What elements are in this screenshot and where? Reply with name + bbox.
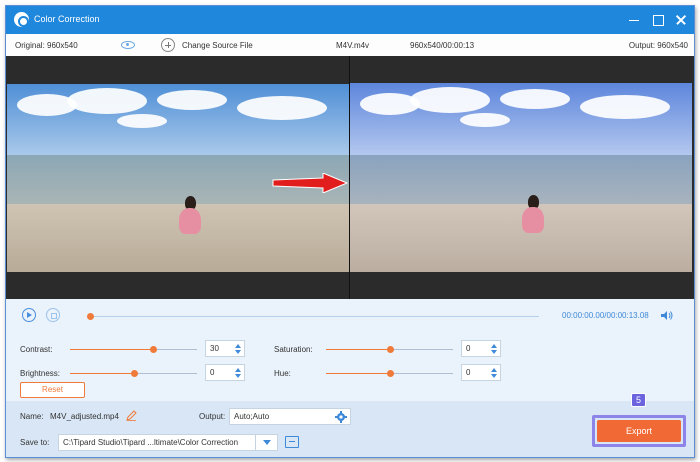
name-label: Name:	[20, 412, 44, 421]
brightness-label: Brightness:	[20, 369, 61, 378]
play-button[interactable]	[22, 308, 36, 322]
hue-up-icon[interactable]	[491, 368, 497, 372]
stop-button[interactable]	[46, 308, 60, 322]
adjustment-panel: Contrast: 30 Saturation: 0 Brightness: 0	[6, 333, 694, 401]
contrast-value: 30	[210, 344, 219, 353]
saturation-stepper[interactable]: 0	[461, 340, 501, 357]
saturation-value: 0	[466, 344, 471, 353]
timeline-slider[interactable]	[87, 313, 539, 320]
hue-slider[interactable]	[326, 370, 453, 377]
saturation-down-icon[interactable]	[491, 350, 497, 354]
saturation-up-icon[interactable]	[491, 344, 497, 348]
contrast-label: Contrast:	[20, 345, 53, 354]
source-filename: M4V.m4v	[336, 41, 370, 50]
preview-area	[6, 56, 694, 299]
reset-button[interactable]: Reset	[20, 382, 85, 398]
hue-down-icon[interactable]	[491, 374, 497, 378]
edit-icon[interactable]	[126, 410, 137, 421]
color-correction-window: Color Correction Original: 960x540 Chang…	[5, 5, 695, 458]
maximize-icon[interactable]	[650, 12, 666, 28]
save-to-label: Save to:	[20, 438, 50, 447]
gear-icon[interactable]	[335, 411, 347, 423]
export-button[interactable]: Export	[597, 420, 681, 442]
contrast-slider-thumb[interactable]	[149, 346, 157, 353]
contrast-down-icon[interactable]	[235, 350, 241, 354]
info-bar: Original: 960x540 Change Source File M4V…	[6, 34, 694, 56]
export-highlight: Export	[592, 415, 686, 447]
saturation-slider[interactable]	[326, 346, 453, 353]
hue-slider-thumb[interactable]	[386, 370, 394, 377]
comparison-arrow-icon	[272, 173, 349, 193]
output-resolution: Output: 960x540	[628, 41, 688, 50]
output-filename: M4V_adjusted.mp4	[50, 412, 119, 421]
brightness-slider-thumb[interactable]	[130, 370, 138, 377]
current-time: 00:00:00.00	[562, 311, 605, 320]
minimize-icon[interactable]	[626, 12, 642, 28]
contrast-up-icon[interactable]	[235, 344, 241, 348]
timeline-handle[interactable]	[87, 313, 94, 320]
hue-value: 0	[466, 368, 471, 377]
playback-controls: 00:00:00.00/00:00:13.08	[6, 299, 694, 333]
title-bar: Color Correction	[6, 6, 694, 34]
total-time: /00:00:13.08	[604, 311, 649, 320]
output-settings-field[interactable]: Auto;Auto	[229, 408, 351, 425]
source-resolution-duration: 960x540/00:00:13	[410, 41, 475, 50]
eye-icon[interactable]	[121, 41, 135, 49]
step-badge: 5	[631, 393, 646, 407]
brightness-slider[interactable]	[70, 370, 197, 377]
save-to-path-field[interactable]: C:\Tipard Studio\Tipard ...ltimate\Color…	[58, 434, 278, 451]
brightness-down-icon[interactable]	[235, 374, 241, 378]
change-source-button[interactable]: Change Source File	[161, 37, 253, 53]
output-settings-label: Output:	[199, 412, 226, 421]
volume-icon[interactable]	[661, 310, 673, 321]
folder-icon[interactable]	[285, 436, 299, 448]
brightness-value: 0	[210, 368, 215, 377]
app-logo-icon	[14, 12, 29, 27]
footer-bar: Name: M4V_adjusted.mp4 Output: Auto;Auto…	[6, 401, 694, 457]
original-resolution: Original: 960x540	[15, 41, 78, 50]
output-settings-value: Auto;Auto	[234, 412, 270, 421]
output-preview-image	[350, 83, 692, 272]
contrast-slider[interactable]	[70, 346, 197, 353]
window-title: Color Correction	[34, 14, 100, 24]
brightness-stepper[interactable]: 0	[205, 364, 245, 381]
save-to-path-value: C:\Tipard Studio\Tipard ...ltimate\Color…	[63, 438, 239, 447]
close-icon[interactable]	[673, 12, 689, 28]
contrast-stepper[interactable]: 30	[205, 340, 245, 357]
hue-label: Hue:	[274, 369, 291, 378]
saturation-label: Saturation:	[274, 345, 313, 354]
hue-stepper[interactable]: 0	[461, 364, 501, 381]
brightness-up-icon[interactable]	[235, 368, 241, 372]
chevron-down-icon[interactable]	[255, 435, 277, 450]
change-source-label: Change Source File	[182, 40, 253, 50]
saturation-slider-thumb[interactable]	[386, 346, 394, 353]
time-display: 00:00:00.00/00:00:13.08	[562, 311, 649, 320]
plus-icon	[161, 38, 175, 52]
